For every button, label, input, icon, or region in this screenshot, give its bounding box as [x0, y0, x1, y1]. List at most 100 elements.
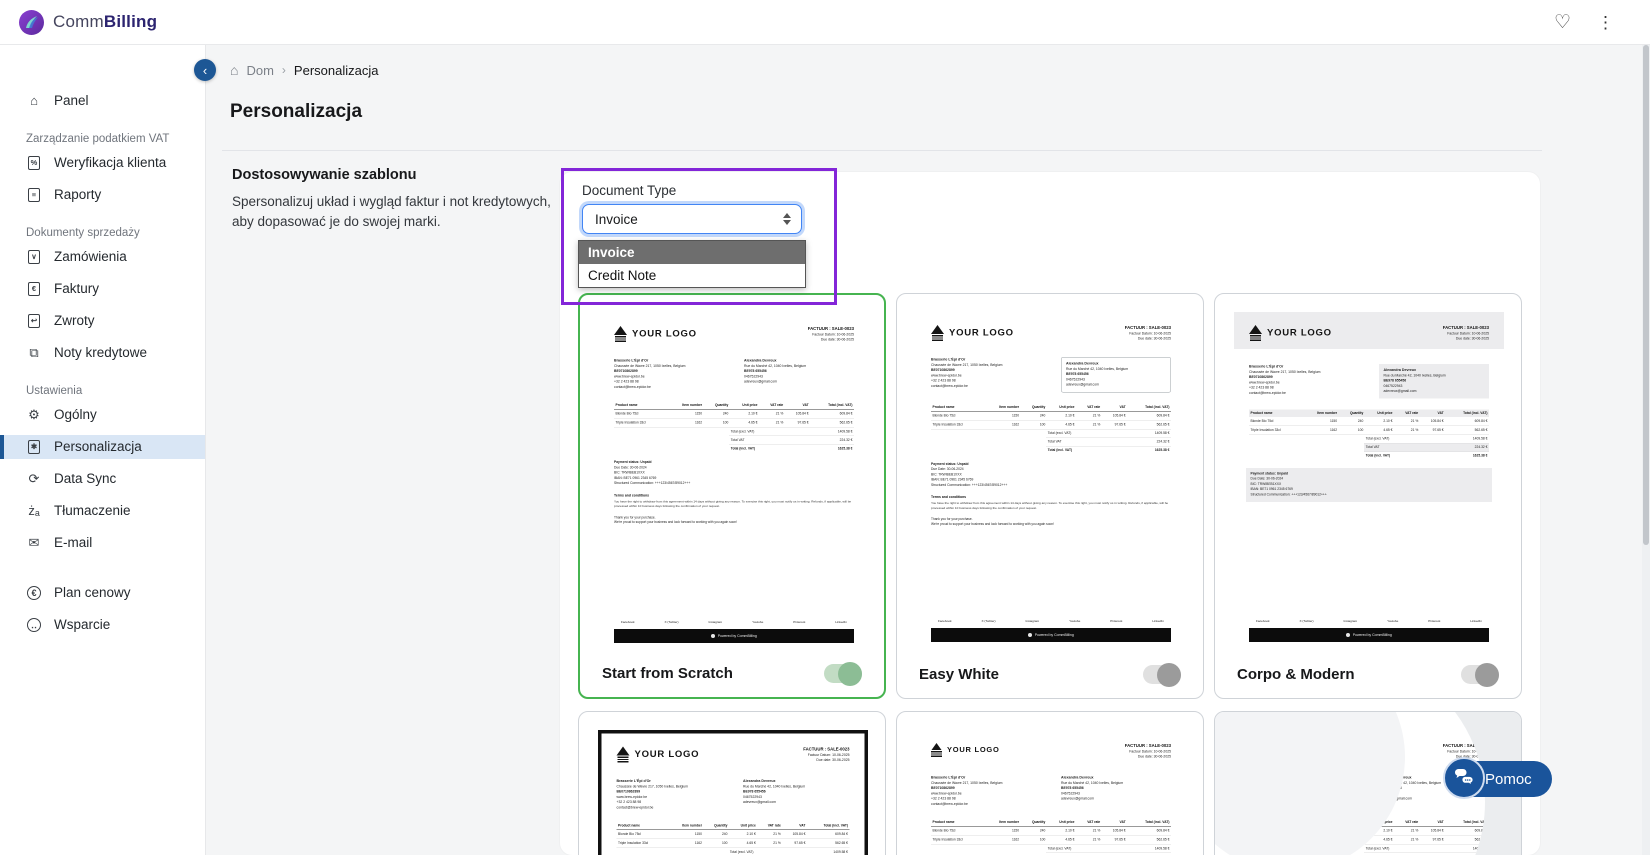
breadcrumb: ⌂ Dom › Personalizacja [230, 62, 378, 78]
template-toggle-easy-white[interactable] [1143, 662, 1181, 687]
document-type-option-credit-note[interactable]: Credit Note [579, 264, 805, 287]
invoice-recipient-block: Alexandra DevreuxRue du Marché 42, 1040 … [1061, 357, 1171, 393]
template-card-row2-2[interactable]: YOUR LOGO FACTUUR : SALE-0023 Factuur Da… [896, 711, 1204, 855]
document-type-listbox: Invoice Credit Note [578, 240, 806, 288]
social-link: X (Twitter) [1299, 619, 1314, 624]
template-grid: YOUR LOGO FACTUUR : SALE-0023 Factuur Da… [578, 293, 1522, 855]
credit-notes-icon: ⧉ [29, 345, 39, 360]
template-card-row2-1[interactable]: YOUR LOGO FACTUUR : SALE-0023 Factuur Da… [578, 711, 886, 855]
sidebar-item-panel[interactable]: ⌂ Panel [0, 89, 205, 113]
social-link: Pinterest [1110, 619, 1123, 624]
help-button[interactable]: Pomoc [1443, 756, 1552, 799]
sidebar-item-faktury[interactable]: € Faktury [0, 277, 205, 301]
invoice-sender-block: Brasserie L'Épi d'OrChaussée de Wavre 21… [931, 775, 1003, 806]
sidebar-collapse-button[interactable]: ‹ [194, 59, 216, 81]
invoice-items-table: Product nameItem numberQuantityUnit pric… [1249, 409, 1489, 435]
personalize-document-icon: ✱ [26, 440, 42, 454]
invoice-ref: FACTUUR : SALE-0023 [1124, 325, 1171, 330]
mail-icon: ✉ [28, 535, 40, 550]
sidebar-item-og-lny[interactable]: ⚙ Ogólny [0, 403, 205, 427]
sidebar-item-label: Faktury [54, 281, 100, 296]
sidebar-item-label: Wsparcie [54, 617, 111, 632]
orders-tray-icon: ∨ [26, 250, 42, 264]
kebab-menu-icon[interactable]: ⋮ [1597, 14, 1614, 31]
sidebar-item-label: Tłumaczenie [54, 503, 131, 518]
invoice-sender-block: Brasserie L'Épi d'OrChaussée de Wavre 21… [616, 778, 688, 810]
invoice-date: Factuur Datum: 10-06-2025 [1129, 750, 1171, 754]
sidebar-item-label: Data Sync [54, 471, 117, 486]
sidebar-item-label: Noty kredytowe [54, 345, 148, 360]
breadcrumb-item-home[interactable]: Dom [246, 63, 273, 78]
sidebar-group: Dokumenty sprzedaży ∨ Zamówienia € Faktury ↩ Z… [0, 219, 205, 365]
template-card-start-from-scratch[interactable]: YOUR LOGO FACTUUR : SALE-0023 Factuur Da… [578, 293, 886, 699]
sidebar-item-label: Raporty [54, 187, 102, 202]
sidebar-section-heading: Ustawienia [26, 385, 83, 397]
invoice-payment-block: Payment status: Unpaid Due Date: 30-06-20… [1246, 467, 1492, 502]
breadcrumb-home-icon[interactable]: ⌂ [230, 62, 238, 78]
social-link: Facebook [621, 620, 635, 625]
social-link: LinkedIn [1470, 619, 1482, 624]
invoice-euro-icon: € [26, 282, 42, 296]
vertical-scrollbar[interactable] [1642, 45, 1650, 855]
invoice-items-table: Product nameItem numberQuantityUnit pric… [931, 818, 1171, 845]
sidebar-item-weryfikacja-klienta[interactable]: % Weryfikacja klienta [0, 151, 205, 175]
social-link: Youtube [752, 620, 764, 625]
sidebar-item-zwroty[interactable]: ↩ Zwroty [0, 309, 205, 333]
social-link: LinkedIn [1152, 619, 1164, 624]
social-link: Pinterest [793, 620, 806, 625]
sidebar: ‹ ⌂ Panel Zarządzanie podatkiem VAT % Weryfi… [0, 45, 216, 855]
template-panel: Document Type Invoice Invoice Credit Note… [560, 172, 1540, 855]
app-root: CommBilling ♡ ⋮ ‹ ⌂ Panel Zarządzanie poda… [0, 0, 1650, 855]
support-chat-icon: ‥ [26, 618, 42, 632]
invoice-due-date: Due date: 30-06-2025 [1455, 337, 1489, 341]
placeholder-logo-icon [1249, 325, 1262, 341]
sidebar-item-data-sync[interactable]: ⟳ Data Sync [0, 467, 205, 491]
sidebar-item-raporty[interactable]: ≡ Raporty [0, 183, 205, 207]
sidebar-item-label: Panel [54, 93, 89, 108]
template-card-corpo-modern[interactable]: YOUR LOGO FACTUUR : SALE-0023 Factuur Da… [1214, 293, 1522, 699]
invoice-sender-block: Brasserie L'Épi d'OrChaussée de Wavre 21… [614, 358, 686, 389]
sidebar-item-personalizacja[interactable]: ✱ Personalizacja [0, 435, 205, 459]
sidebar-item-e-mail[interactable]: ✉ E-mail [0, 531, 205, 555]
invoice-preview: YOUR LOGO FACTUUR : SALE-0023 Factuur Da… [598, 730, 868, 855]
invoice-due-date: Due date: 30-06-2025 [1137, 755, 1171, 759]
invoice-totals: Total (excl. VAT)1409.58 €Total VAT224.3… [729, 428, 854, 453]
sidebar-item-wsparcie[interactable]: ‥ Wsparcie [0, 613, 205, 637]
brand-logo[interactable]: CommBilling [18, 9, 157, 36]
template-name: Easy White [919, 666, 1000, 683]
template-card-easy-white[interactable]: YOUR LOGO FACTUUR : SALE-0023 Factuur Da… [896, 293, 1204, 699]
invoice-recipient-block: Alexandra DevreuxRue du Marché 42, 1040 … [1061, 775, 1124, 801]
placeholder-logo-icon [931, 325, 944, 341]
sidebar-item-plan-cenowy[interactable]: € Plan cenowy [0, 581, 205, 605]
invoice-terms-block: Terms and conditions You have the right t… [614, 493, 852, 509]
placeholder-logo-icon [614, 326, 627, 342]
template-name: Start from Scratch [602, 665, 733, 682]
invoice-items-table: Product nameItem numberQuantityUnit pric… [616, 822, 850, 848]
breadcrumb-item-current: Personalizacja [293, 62, 379, 78]
invoice-preview: YOUR LOGO FACTUUR : SALE-0023 Factuur Da… [1234, 312, 1504, 642]
social-link: Youtube [1069, 619, 1081, 624]
document-type-select[interactable]: Invoice [582, 204, 802, 234]
sidebar-item-noty-kredytowe[interactable]: ⧉ Noty kredytowe [0, 341, 205, 365]
favorites-heart-icon[interactable]: ♡ [1554, 13, 1571, 32]
social-link: Instagram [708, 620, 723, 625]
invoice-preview: YOUR LOGO FACTUUR : SALE-0023 Factuur Da… [916, 730, 1186, 855]
sidebar-section-heading: Zarządzanie podatkiem VAT [26, 133, 170, 145]
template-toggle-corpo-modern[interactable] [1461, 662, 1499, 687]
invoice-sender-block: Brasserie L'Épi d'OrChaussée de Wavre 21… [931, 357, 1003, 388]
document-type-label: Document Type [582, 183, 677, 198]
invoice-powered-by-bar: Powered by CommBilling [1249, 628, 1489, 642]
sidebar-item-t-umaczenie[interactable]: żₐ Tłumaczenie [0, 499, 205, 523]
sidebar-item-zam-wienia[interactable]: ∨ Zamówienia [0, 245, 205, 269]
invoice-preview: YOUR LOGO FACTUUR : SALE-0023 Factuur Da… [599, 313, 869, 643]
sidebar-item-label: E-mail [54, 535, 93, 550]
select-updown-icon [783, 213, 791, 225]
document-type-option-invoice[interactable]: Invoice [579, 241, 805, 264]
sidebar-group: ⌂ Panel [0, 89, 205, 113]
invoice-thanks-block: Thank you for your purchase. We're proud … [931, 517, 1054, 526]
template-toggle-start-from-scratch[interactable] [824, 661, 862, 686]
scrollbar-thumb[interactable] [1643, 45, 1649, 545]
section-intro: Dostosowywanie szablonu Spersonalizuj uk… [232, 167, 564, 231]
sidebar-item-label: Ogólny [54, 407, 97, 422]
brand-name: CommBilling [53, 12, 158, 31]
